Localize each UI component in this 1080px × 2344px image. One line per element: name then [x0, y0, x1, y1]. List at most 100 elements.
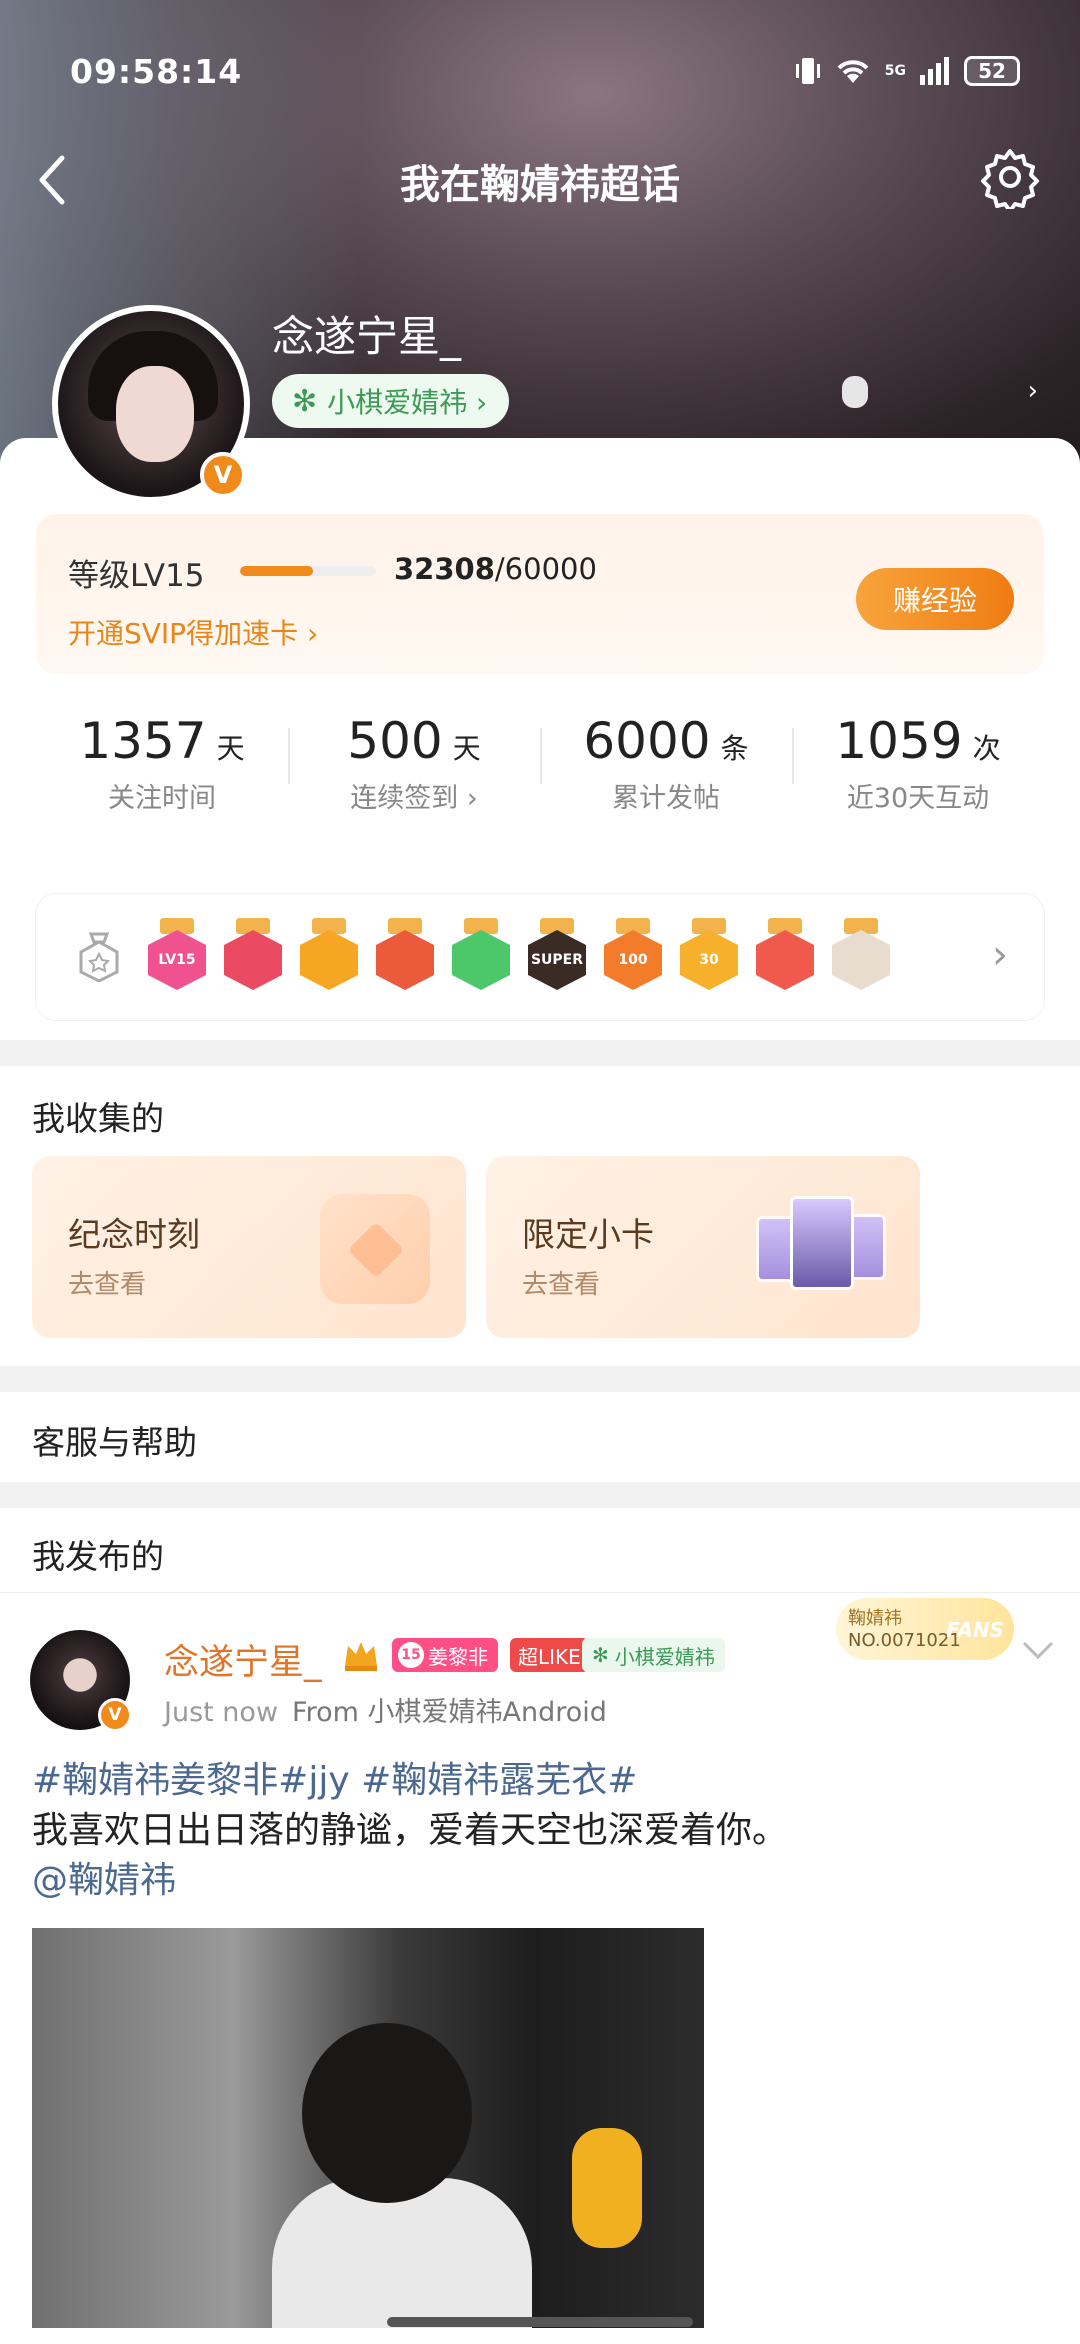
badge-label [832, 930, 890, 990]
badge-list: LV15 SUPER 100 30 [148, 918, 890, 994]
badge-label [224, 930, 282, 990]
vibrate-icon [795, 58, 820, 84]
exp-current: 32308 [394, 552, 495, 586]
super-topic-tag: ✻ 小棋爱婧祎 [582, 1638, 725, 1672]
badge-medal: LV15 [148, 918, 206, 994]
page-title: 我在鞠婧祎超话 [400, 162, 680, 208]
stat-follow-days: 1357 天 关注时间 [36, 690, 288, 814]
divider [0, 1592, 1080, 1593]
badge-medal [224, 918, 282, 994]
stat-value: 500 [347, 712, 443, 770]
badge-medal [452, 918, 510, 994]
posts-title: 我发布的 [32, 1537, 164, 1576]
earn-exp-button[interactable]: 赚经验 [856, 568, 1014, 630]
level-panel: 等级LV15 32308/60000 开通SVIP得加速卡 › 赚经验 [36, 514, 1044, 674]
medal-icon [79, 932, 119, 982]
badge-label: 30 [680, 930, 738, 990]
hero-right-link[interactable]: › [842, 376, 1038, 408]
collection-title: 我收集的 [32, 1099, 164, 1138]
badge-label [756, 930, 814, 990]
memorial-moments-card[interactable]: 纪念时刻 去查看 [32, 1156, 466, 1338]
badge-medal: 30 [680, 918, 738, 994]
stat-label: 关注时间 [108, 783, 216, 814]
post-image[interactable] [32, 1928, 704, 2328]
post-author-name[interactable]: 念遂宁星_ [164, 1634, 322, 1685]
chevron-down-icon[interactable] [1020, 1638, 1056, 1662]
badge-label: SUPER [528, 930, 586, 990]
crown-icon [345, 1642, 377, 1671]
badge-medal [756, 918, 814, 994]
snowflake-icon: ✻ [292, 383, 318, 419]
fan-card-number: NO.0071021 [848, 1630, 961, 1651]
post-mention[interactable]: @鞠婧祎 [32, 1856, 1042, 1906]
stat-posts: 6000 条 累计发帖 [540, 690, 792, 814]
badge-label [376, 930, 434, 990]
post-time: Just now [164, 1697, 279, 1728]
battery-icon: 52 [964, 56, 1020, 86]
post-meta: Just now From 小棋爱婧祎Android [164, 1690, 607, 1729]
post-topics[interactable]: #鞠婧祎姜黎非#jjy #鞠婧祎露芜衣# [32, 1756, 1042, 1806]
badge-wall[interactable]: LV15 SUPER 100 30 › [36, 894, 1044, 1020]
stat-value: 6000 [583, 712, 711, 770]
stat-value: 1357 [79, 712, 207, 770]
exp-total: /60000 [494, 552, 597, 586]
super-topic-label: 小棋爱婧祎 › [327, 386, 488, 419]
battery-level: 52 [978, 59, 1006, 83]
profile-card: 等级LV15 32308/60000 开通SVIP得加速卡 › 赚经验 1357… [0, 438, 1080, 1040]
stat-label: 近30天互动 [846, 783, 990, 814]
help-section[interactable]: 客服与帮助 [0, 1392, 1080, 1482]
stat-unit: 天 [452, 732, 481, 765]
calendar-gift-icon [320, 1194, 430, 1304]
home-indicator[interactable] [387, 2317, 693, 2327]
fan-card-name: 鞠婧祎 [848, 1608, 902, 1629]
chevron-right-icon: › [1027, 376, 1038, 406]
badge-medal: 100 [604, 918, 662, 994]
super-topic-tag-label: 小棋爱婧祎 [614, 1644, 715, 1669]
badge-medal [300, 918, 358, 994]
badge-label [452, 930, 510, 990]
fan-level-tag: 15 姜黎非 [392, 1638, 498, 1672]
limited-cards-card[interactable]: 限定小卡 去查看 [486, 1156, 920, 1338]
level-progress-fill [240, 566, 314, 576]
person-icon [842, 376, 868, 408]
verified-badge: V [200, 452, 246, 498]
photo-cards-icon [756, 1196, 886, 1300]
profile-username: 念遂宁星_ [272, 312, 462, 361]
badge-medal: SUPER [528, 918, 586, 994]
collection-section: 我收集的 纪念时刻 去查看 限定小卡 去查看 [0, 1066, 1080, 1366]
help-title: 客服与帮助 [32, 1423, 197, 1462]
svip-link[interactable]: 开通SVIP得加速卡 › [68, 612, 318, 652]
card-title: 纪念时刻 [68, 1215, 200, 1254]
badge-medal [832, 918, 890, 994]
chevron-right-icon[interactable]: › [992, 932, 1008, 978]
status-time: 09:58:14 [70, 52, 243, 91]
verified-badge: V [98, 1698, 132, 1732]
stat-checkin-days[interactable]: 500 天 连续签到 › [288, 690, 540, 814]
badge-label: LV15 [148, 930, 206, 990]
status-bar: 09:58:14 5G 52 [70, 52, 1020, 92]
exp-value: 32308/60000 [394, 552, 597, 586]
badge-medal [376, 918, 434, 994]
stat-unit: 次 [972, 732, 1001, 765]
fan-group-name: 姜黎非 [428, 1644, 488, 1669]
stat-value: 1059 [835, 712, 963, 770]
signal-5g-label: 5G [884, 63, 906, 79]
super-like-tag: 超LIKE [510, 1638, 589, 1672]
posts-section: 我发布的 V 念遂宁星_ 15 姜黎非 超LIKE ✻ 小棋爱婧祎 鞠婧祎 NO.0… [0, 1508, 1080, 2344]
stat-label: 连续签到 › [350, 783, 478, 814]
badge-label: 100 [604, 930, 662, 990]
stats-row: 1357 天 关注时间 500 天 连续签到 › 6000 条 累计发帖 1059 次 … [36, 690, 1044, 814]
badge-label [300, 930, 358, 990]
fan-card-mark: FANS [946, 1618, 1004, 1642]
signal-icon [920, 57, 949, 85]
post-content: #鞠婧祎姜黎非#jjy #鞠婧祎露芜衣# 我喜欢日出日落的静谧，爱着天空也深爱着… [32, 1756, 1042, 1906]
super-topic-chip[interactable]: ✻ 小棋爱婧祎 › [272, 374, 510, 428]
level-label: 等级LV15 [68, 558, 205, 594]
stat-label: 累计发帖 [612, 783, 720, 814]
level-progress-bar [240, 566, 376, 576]
fan-card[interactable]: 鞠婧祎 NO.0071021 FANS [836, 1598, 1014, 1660]
settings-gear-icon[interactable] [978, 145, 1042, 209]
post-text: 我喜欢日出日落的静谧，爱着天空也深爱着你。 [32, 1810, 789, 1851]
fan-level: 15 [398, 1642, 424, 1668]
snowflake-icon: ✻ [592, 1643, 609, 1667]
